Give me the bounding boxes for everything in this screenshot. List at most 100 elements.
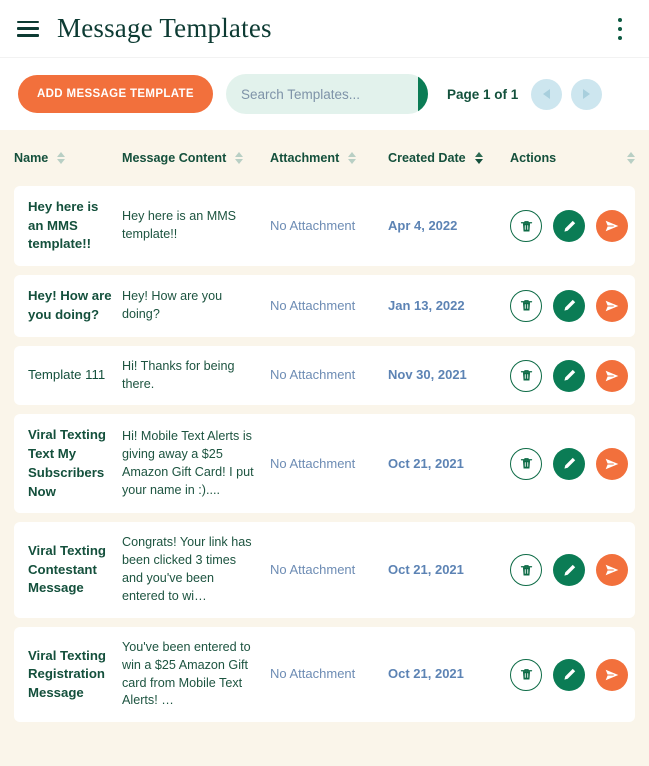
chevron-left-icon bbox=[543, 89, 551, 99]
send-template-button[interactable] bbox=[596, 289, 628, 322]
table-row[interactable]: Template 111 Hi! Thanks for being there. N… bbox=[14, 345, 635, 406]
edit-template-button[interactable] bbox=[553, 210, 585, 243]
send-template-button[interactable] bbox=[596, 658, 628, 691]
send-icon bbox=[605, 300, 619, 312]
delete-template-button[interactable] bbox=[510, 658, 542, 691]
send-icon bbox=[605, 370, 619, 381]
search-box bbox=[225, 74, 428, 114]
cell-created-date: Apr 4, 2022 bbox=[388, 217, 458, 233]
edit-template-button[interactable] bbox=[553, 447, 585, 480]
cell-created-date: Oct 21, 2021 bbox=[388, 561, 464, 577]
cell-actions bbox=[510, 210, 635, 243]
pencil-icon bbox=[563, 220, 575, 232]
chevron-right-icon bbox=[583, 89, 591, 99]
edit-template-button[interactable] bbox=[553, 359, 585, 392]
column-header-message-content[interactable]: Message Content bbox=[122, 151, 270, 165]
kebab-menu-icon[interactable] bbox=[609, 17, 631, 41]
send-icon bbox=[605, 669, 619, 680]
column-header-created-date[interactable]: Created Date bbox=[388, 151, 510, 165]
send-template-button[interactable] bbox=[596, 447, 628, 480]
sort-icon-message-content[interactable] bbox=[235, 152, 244, 164]
edit-template-button[interactable] bbox=[553, 289, 585, 322]
cell-attachment: No Attachment bbox=[270, 455, 356, 471]
cell-message-content: Hi! Mobile Text Alerts is giving away a … bbox=[122, 429, 254, 497]
cell-message-content: Hey here is an MMS template!! bbox=[122, 209, 237, 242]
delete-template-button[interactable] bbox=[510, 289, 542, 322]
column-header-attachment[interactable]: Attachment bbox=[270, 151, 388, 165]
cell-created-date: Oct 21, 2021 bbox=[388, 666, 464, 682]
trash-icon bbox=[520, 458, 532, 469]
cell-name: Hey here is an MMS template!! bbox=[28, 199, 99, 252]
delete-template-button[interactable] bbox=[510, 210, 542, 243]
sort-icon-actions[interactable] bbox=[627, 152, 635, 164]
edit-template-button[interactable] bbox=[553, 658, 585, 691]
pencil-icon bbox=[563, 564, 575, 576]
next-page-button[interactable] bbox=[571, 78, 603, 110]
cell-name: Viral Texting Text My Subscribers Now bbox=[28, 427, 106, 499]
cell-message-content: Hi! Thanks for being there. bbox=[122, 358, 235, 391]
send-template-button[interactable] bbox=[596, 554, 628, 587]
cell-message-content: Hey! How are you doing? bbox=[122, 289, 223, 321]
cell-created-date: Oct 21, 2021 bbox=[388, 455, 464, 471]
cell-name: Viral Texting Contestant Message bbox=[28, 543, 106, 596]
templates-table: Name Message Content Attachment Created … bbox=[0, 130, 649, 766]
table-header-row: Name Message Content Attachment Created … bbox=[0, 130, 649, 186]
cell-message-content: You've been entered to win a $25 Amazon … bbox=[122, 639, 251, 708]
prev-page-button[interactable] bbox=[531, 78, 563, 110]
search-input[interactable] bbox=[225, 74, 418, 114]
delete-template-button[interactable] bbox=[510, 447, 542, 480]
cell-created-date: Nov 30, 2021 bbox=[388, 367, 467, 383]
trash-icon bbox=[520, 564, 532, 576]
send-template-button[interactable] bbox=[596, 210, 628, 243]
page-indicator: Page 1 of 1 bbox=[446, 86, 519, 102]
pencil-icon bbox=[563, 668, 575, 680]
delete-template-button[interactable] bbox=[510, 554, 542, 587]
pencil-icon bbox=[563, 300, 575, 311]
app-header: Message Templates bbox=[0, 0, 649, 58]
cell-actions bbox=[510, 554, 635, 587]
cell-attachment: No Attachment bbox=[270, 666, 356, 682]
column-label-attachment: Attachment bbox=[270, 151, 340, 165]
cell-created-date: Jan 13, 2022 bbox=[388, 297, 465, 313]
column-label-message-content: Message Content bbox=[122, 151, 227, 165]
page-title: Message Templates bbox=[57, 13, 272, 43]
cell-name: Hey! How are you doing? bbox=[28, 288, 112, 322]
send-template-button[interactable] bbox=[596, 359, 628, 392]
table-row[interactable]: Viral Texting Text My Subscribers Now Hi!… bbox=[14, 414, 635, 514]
column-label-actions: Actions bbox=[510, 151, 557, 165]
sort-icon-name[interactable] bbox=[57, 152, 66, 164]
sort-icon-created-date[interactable] bbox=[474, 152, 483, 164]
table-row[interactable]: Hey here is an MMS template!! Hey here is… bbox=[14, 186, 635, 267]
trash-icon bbox=[520, 370, 532, 381]
toolbar: ADD MESSAGE TEMPLATE Page 1 of 1 bbox=[0, 58, 649, 130]
pagination-controls bbox=[531, 78, 603, 110]
column-header-name[interactable]: Name bbox=[14, 151, 122, 165]
table-row[interactable]: Viral Texting Registration Message You've… bbox=[14, 626, 635, 723]
cell-attachment: No Attachment bbox=[270, 297, 356, 313]
cell-actions bbox=[510, 289, 635, 322]
column-label-created-date: Created Date bbox=[388, 151, 466, 165]
delete-template-button[interactable] bbox=[510, 359, 542, 392]
send-icon bbox=[605, 220, 619, 232]
search-button[interactable] bbox=[417, 74, 428, 114]
add-message-template-button[interactable]: ADD MESSAGE TEMPLATE bbox=[18, 75, 213, 113]
cell-actions bbox=[510, 359, 635, 392]
cell-attachment: No Attachment bbox=[270, 561, 356, 577]
pencil-icon bbox=[563, 369, 575, 381]
pencil-icon bbox=[563, 458, 575, 469]
trash-icon bbox=[520, 220, 532, 232]
trash-icon bbox=[520, 300, 532, 311]
sort-icon-attachment[interactable] bbox=[348, 152, 357, 164]
table-body: Hey here is an MMS template!! Hey here is… bbox=[0, 186, 649, 723]
table-row[interactable]: Hey! How are you doing? Hey! How are you … bbox=[14, 275, 635, 337]
column-label-name: Name bbox=[14, 151, 49, 165]
send-icon bbox=[605, 564, 619, 576]
send-icon bbox=[605, 458, 619, 470]
cell-name: Viral Texting Registration Message bbox=[28, 647, 106, 700]
hamburger-icon[interactable] bbox=[17, 20, 39, 37]
table-row[interactable]: Viral Texting Contestant Message Congrats… bbox=[14, 522, 635, 618]
cell-message-content: Congrats! Your link has been clicked 3 t… bbox=[122, 535, 252, 603]
trash-icon bbox=[520, 669, 532, 680]
column-header-actions[interactable]: Actions bbox=[510, 151, 635, 165]
edit-template-button[interactable] bbox=[553, 554, 585, 587]
